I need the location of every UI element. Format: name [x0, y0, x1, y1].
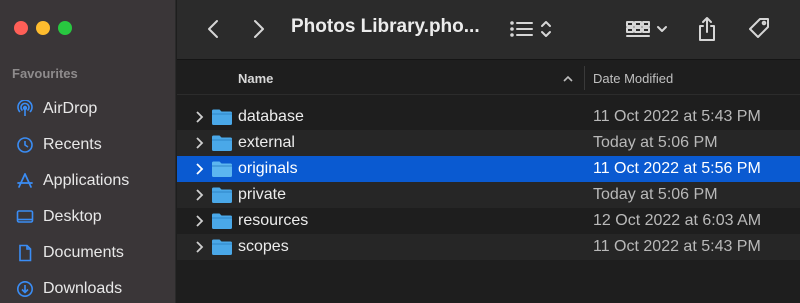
share-button[interactable]	[695, 14, 719, 44]
window-title: Photos Library.pho...	[291, 16, 480, 37]
back-button[interactable]	[203, 14, 223, 44]
view-options-button[interactable]	[622, 14, 672, 44]
folder-icon	[211, 108, 233, 126]
window-controls	[14, 21, 72, 35]
file-date: Today at 5:06 PM	[593, 186, 718, 203]
applications-icon	[16, 172, 34, 190]
sidebar-item-downloads[interactable]: Downloads	[0, 271, 176, 303]
group-by-button[interactable]	[507, 14, 555, 44]
file-date: 11 Oct 2022 at 5:43 PM	[593, 108, 761, 125]
column-name-header[interactable]: Name	[238, 71, 273, 86]
disclosure-chevron-icon[interactable]	[195, 110, 205, 124]
clock-icon	[16, 136, 34, 154]
sidebar: Favourites AirDrop Recents Applications …	[0, 0, 176, 303]
column-header: Name Date Modified	[177, 61, 800, 95]
toolbar: Photos Library.pho...	[177, 0, 800, 60]
table-row[interactable]: scopes 11 Oct 2022 at 5:43 PM	[177, 234, 800, 260]
column-divider[interactable]	[584, 66, 585, 90]
disclosure-chevron-icon[interactable]	[195, 240, 205, 254]
disclosure-chevron-icon[interactable]	[195, 188, 205, 202]
sidebar-item-label: Downloads	[43, 280, 123, 297]
share-icon	[699, 17, 715, 41]
folder-icon	[211, 186, 233, 204]
desktop-icon	[16, 208, 34, 226]
column-date-header[interactable]: Date Modified	[593, 71, 673, 86]
table-row[interactable]: external Today at 5:06 PM	[177, 130, 800, 156]
minimize-button[interactable]	[36, 21, 50, 35]
sidebar-item-desktop[interactable]: Desktop	[0, 199, 176, 235]
sidebar-item-documents[interactable]: Documents	[0, 235, 176, 271]
table-row[interactable]: resources 12 Oct 2022 at 6:03 AM	[177, 208, 800, 234]
zoom-button[interactable]	[58, 21, 72, 35]
sidebar-item-label: Recents	[43, 136, 102, 153]
list-icon	[510, 21, 533, 37]
file-list: database 11 Oct 2022 at 5:43 PM external…	[177, 104, 800, 260]
file-name: originals	[238, 160, 298, 177]
disclosure-chevron-icon[interactable]	[195, 162, 205, 176]
grid-icon	[626, 21, 650, 37]
folder-icon	[211, 134, 233, 152]
folder-icon	[211, 238, 233, 256]
chevron-right-icon	[254, 20, 264, 38]
document-icon	[16, 244, 34, 262]
file-name: resources	[238, 212, 309, 229]
folder-icon	[211, 160, 233, 178]
chevron-updown-icon	[541, 21, 551, 37]
chevron-down-icon	[657, 26, 667, 32]
downloads-icon	[16, 280, 34, 298]
file-name: private	[238, 186, 287, 203]
file-date: 11 Oct 2022 at 5:43 PM	[593, 238, 761, 255]
sidebar-item-label: Applications	[43, 172, 130, 189]
close-button[interactable]	[14, 21, 28, 35]
sidebar-item-airdrop[interactable]: AirDrop	[0, 91, 176, 127]
table-row-selected[interactable]: originals 11 Oct 2022 at 5:56 PM	[177, 156, 800, 182]
chevron-left-icon	[208, 20, 218, 38]
sidebar-item-label: Documents	[43, 244, 124, 261]
file-date: Today at 5:06 PM	[593, 134, 718, 151]
tags-button[interactable]	[745, 14, 773, 44]
table-row[interactable]: database 11 Oct 2022 at 5:43 PM	[177, 104, 800, 130]
file-date: 12 Oct 2022 at 6:03 AM	[593, 212, 762, 229]
sidebar-item-label: Desktop	[43, 208, 102, 225]
table-row[interactable]: private Today at 5:06 PM	[177, 182, 800, 208]
sidebar-section-favourites: Favourites	[12, 66, 78, 81]
sidebar-item-applications[interactable]: Applications	[0, 163, 176, 199]
airdrop-icon	[16, 100, 34, 118]
sidebar-item-recents[interactable]: Recents	[0, 127, 176, 163]
tag-icon	[749, 18, 769, 38]
disclosure-chevron-icon[interactable]	[195, 136, 205, 150]
file-date: 11 Oct 2022 at 5:56 PM	[593, 160, 761, 177]
sort-chevron-up-icon	[562, 72, 574, 87]
file-name: database	[238, 108, 304, 125]
disclosure-chevron-icon[interactable]	[195, 214, 205, 228]
folder-icon	[211, 212, 233, 230]
forward-button[interactable]	[249, 14, 269, 44]
file-name: scopes	[238, 238, 289, 255]
sidebar-item-label: AirDrop	[43, 100, 98, 117]
file-name: external	[238, 134, 295, 151]
